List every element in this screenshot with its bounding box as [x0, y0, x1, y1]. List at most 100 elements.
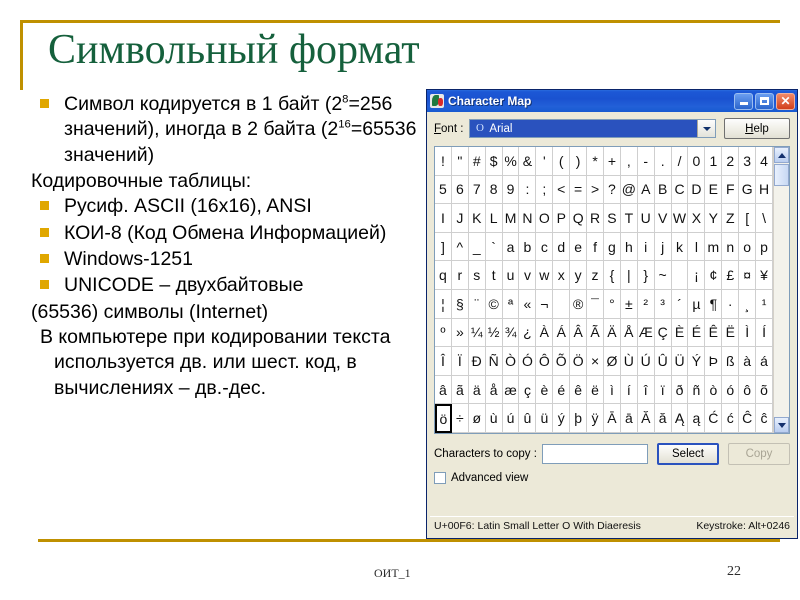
character-cell[interactable]: ½ [485, 318, 503, 348]
character-cell[interactable]: í [620, 375, 638, 405]
character-cell[interactable]: ¹ [756, 290, 773, 319]
character-cell[interactable]: Q [570, 204, 588, 233]
character-cell[interactable]: ¾ [502, 318, 520, 348]
character-cell[interactable]: £ [722, 261, 740, 290]
character-cell[interactable]: © [485, 290, 503, 319]
character-cell[interactable]: * [587, 147, 604, 176]
character-cell[interactable]: ¯ [587, 290, 604, 319]
character-cell[interactable]: $ [485, 147, 503, 176]
character-cell[interactable]: ÷ [451, 404, 469, 433]
character-cell[interactable]: = [570, 175, 588, 205]
character-cell[interactable]: ć [722, 404, 740, 433]
character-cell[interactable]: # [468, 147, 486, 176]
character-cell[interactable]: ® [570, 290, 588, 319]
character-cell[interactable]: A [637, 175, 655, 205]
character-cell[interactable]: Ü [671, 347, 689, 376]
character-cell[interactable]: t [485, 261, 503, 290]
character-cell[interactable]: 7 [468, 175, 486, 205]
character-cell[interactable]: 5 [435, 175, 452, 205]
character-cell[interactable]: C [671, 175, 689, 205]
character-cell[interactable]: Ð [468, 347, 486, 376]
character-cell[interactable]: 0 [688, 147, 706, 176]
character-cell[interactable]: - [637, 147, 655, 176]
character-cell[interactable]: Y [705, 204, 723, 233]
character-cell[interactable]: Å [620, 318, 638, 348]
character-cell[interactable]: ¬ [536, 290, 554, 319]
character-cell[interactable]: ô [739, 375, 757, 405]
character-cell[interactable]: W [671, 204, 689, 233]
character-cell[interactable]: ý [553, 404, 571, 433]
character-cell[interactable]: c [536, 232, 554, 262]
character-cell[interactable]: à [739, 347, 757, 376]
character-cell[interactable]: « [519, 290, 537, 319]
character-cell[interactable]: § [451, 290, 469, 319]
character-cell[interactable]: } [637, 261, 655, 290]
character-cell[interactable]: > [587, 175, 604, 205]
character-cell[interactable]: Õ [553, 347, 571, 376]
character-cell[interactable]: O [536, 204, 554, 233]
character-cell[interactable]: x [553, 261, 571, 290]
character-cell[interactable]: X [688, 204, 706, 233]
character-cell[interactable]: ÿ [587, 404, 604, 433]
character-cell[interactable]: e [570, 232, 588, 262]
character-cell[interactable]: \ [756, 204, 773, 233]
help-button[interactable]: Help [724, 118, 790, 139]
character-cell[interactable]: 2 [722, 147, 740, 176]
character-cell[interactable]: µ [688, 290, 706, 319]
character-cell[interactable]: i [637, 232, 655, 262]
character-cell[interactable]: É [688, 318, 706, 348]
font-combobox-value[interactable]: O Arial [470, 120, 697, 137]
character-cell[interactable]: Ó [519, 347, 537, 376]
character-cell[interactable]: T [620, 204, 638, 233]
character-cell[interactable]: ñ [688, 375, 706, 405]
character-cell[interactable]: Ĉ [739, 404, 757, 433]
character-cell[interactable]: ā [620, 404, 638, 433]
character-cell[interactable]: Ú [637, 347, 655, 376]
character-cell[interactable]: Ì [739, 318, 757, 348]
character-cell[interactable]: 8 [485, 175, 503, 205]
character-cell[interactable]: ¢ [705, 261, 723, 290]
character-cell[interactable]: Ç [654, 318, 672, 348]
character-cell[interactable]: Ñ [485, 347, 503, 376]
maximize-button[interactable] [755, 92, 774, 110]
character-cell[interactable]: ª [502, 290, 520, 319]
character-cell[interactable]: [ [739, 204, 757, 233]
character-cell[interactable]: ò [705, 375, 723, 405]
character-cell[interactable]: º [435, 318, 452, 348]
character-cell[interactable]: _ [468, 232, 486, 262]
character-cell[interactable]: l [688, 232, 706, 262]
character-cell[interactable]: ą [688, 404, 706, 433]
character-cell[interactable]: ¨ [468, 290, 486, 319]
character-cell[interactable]: Á [553, 318, 571, 348]
character-cell[interactable]: ­ [553, 290, 571, 319]
character-cell[interactable]: ¥ [756, 261, 773, 290]
character-cell[interactable]: Ë [722, 318, 740, 348]
character-cell[interactable]: È [671, 318, 689, 348]
character-cell[interactable]: m [705, 232, 723, 262]
character-cell[interactable]: Ý [688, 347, 706, 376]
minimize-button[interactable] [734, 92, 753, 110]
character-cell[interactable]: ' [536, 147, 554, 176]
character-cell[interactable]: Î [435, 347, 452, 376]
character-cell[interactable]: ü [536, 404, 554, 433]
character-cell[interactable]: ) [570, 147, 588, 176]
character-cell[interactable]: ¿ [519, 318, 537, 348]
character-cell[interactable]: Z [722, 204, 740, 233]
character-cell[interactable]: . [654, 147, 672, 176]
character-cell[interactable]: ? [603, 175, 621, 205]
character-cell[interactable]: " [451, 147, 469, 176]
character-cell[interactable]: Ã [587, 318, 604, 348]
character-cell[interactable]: 6 [451, 175, 469, 205]
character-cell[interactable]: I [435, 204, 452, 233]
character-cell[interactable]: Ä [603, 318, 621, 348]
character-cell[interactable]: ´ [671, 290, 689, 319]
character-cell[interactable]: þ [570, 404, 588, 433]
characters-to-copy-input[interactable] [541, 444, 648, 464]
window-titlebar[interactable]: Character Map ✕ [427, 90, 797, 112]
copy-button[interactable]: Copy [728, 443, 790, 465]
character-cell[interactable]: s [468, 261, 486, 290]
character-cell[interactable]: ö [435, 404, 452, 433]
character-cell[interactable]: n [722, 232, 740, 262]
character-cell[interactable]: o [739, 232, 757, 262]
character-cell[interactable]: 9 [502, 175, 520, 205]
